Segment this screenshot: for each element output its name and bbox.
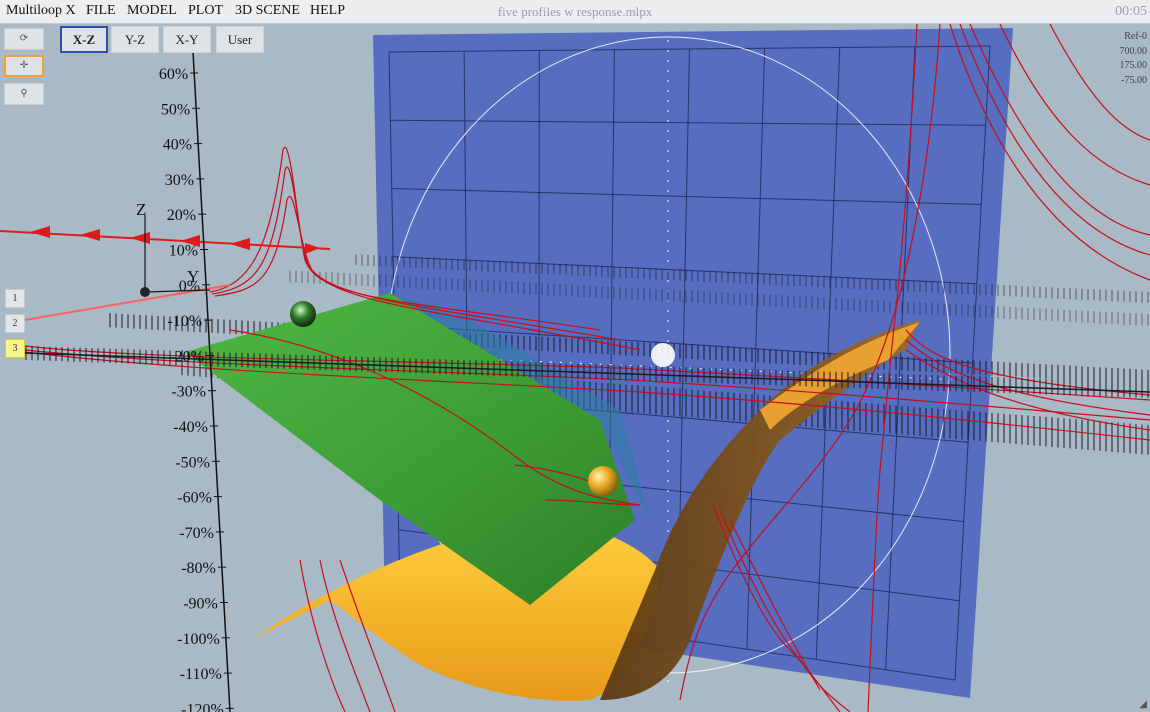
menu-help[interactable]: HELP [310, 3, 345, 19]
move-icon: ✛ [19, 60, 29, 71]
menu-file[interactable]: FILE [86, 3, 116, 19]
menu-bar: Multiloop X FILE MODEL PLOT 3D SCENE HEL… [0, 0, 1150, 24]
rotate-icon: ⟳ [19, 33, 29, 44]
z-axis-label: Z [136, 200, 146, 219]
axis-tick-label: -90% [183, 596, 218, 613]
3d-scene-viewport[interactable]: Z Y 60%50%40%30%20%10%0%-10%-20%-30%-40%… [0, 24, 1150, 712]
axis-tick-label: -20% [169, 348, 204, 365]
axis-tick-label: -70% [179, 525, 214, 542]
axis-tick-label: 40% [163, 137, 192, 154]
axis-tick-label: 60% [159, 66, 188, 83]
profile-button-3[interactable]: 3 [5, 339, 25, 358]
profile-button-2[interactable]: 2 [5, 314, 25, 333]
readout-y: 175.00 [1119, 60, 1148, 71]
zoom-icon: ⚲ [20, 88, 28, 99]
axis-tick-label: 30% [165, 172, 194, 189]
axis-tick-label: -120% [181, 701, 224, 712]
view-user-button[interactable]: User [216, 26, 264, 53]
resize-grip-icon[interactable]: ◢ [1139, 699, 1147, 710]
view-xz-button[interactable]: X-Z [60, 26, 108, 53]
clock: 00:05 [1115, 4, 1147, 19]
menu-3d-scene[interactable]: 3D SCENE [235, 3, 300, 19]
profile-button-1[interactable]: 1 [5, 289, 25, 308]
zoom-tool-button[interactable]: ⚲ [4, 83, 44, 105]
view-yz-button[interactable]: Y-Z [111, 26, 159, 53]
plane-center-marker [651, 343, 675, 367]
axis-tick-label: 50% [161, 101, 190, 118]
view-xy-button[interactable]: X-Y [163, 26, 211, 53]
axis-tick-label: -80% [181, 560, 216, 577]
rotate-tool-button[interactable]: ⟳ [4, 28, 44, 50]
menu-model[interactable]: MODEL [127, 3, 177, 19]
axis-tick-label: 20% [167, 207, 196, 224]
axis-tick-label: -60% [177, 490, 212, 507]
axis-tick-label: -40% [173, 419, 208, 436]
axis-tick-label: -100% [177, 631, 220, 648]
axis-tick-label: -50% [175, 454, 210, 471]
readout-z: -75.00 [1121, 74, 1147, 86]
menu-plot[interactable]: PLOT [188, 3, 223, 19]
readout-ref: Ref-0 [1124, 31, 1147, 42]
readout-x: 700.00 [1119, 45, 1148, 57]
red-arrow-line [0, 226, 331, 321]
axis-tick-label: -30% [171, 384, 206, 401]
axis-tick-label: 10% [169, 243, 198, 260]
coordinate-readout: Ref-0 700.00 175.00 -75.00 [1120, 30, 1148, 88]
pan-tool-button[interactable]: ✛ [4, 55, 44, 77]
axis-tick-label: -10% [167, 313, 202, 330]
percent-axis: 60% 50% 40% 30% 20% 10% 0% -10% -20% -30% -40% -50%… [159, 51, 234, 712]
axis-tick-label: -110% [180, 666, 222, 683]
green-sphere [290, 301, 316, 327]
gold-sphere [588, 466, 618, 496]
axis-tick-label: 0% [179, 278, 200, 295]
app-menu[interactable]: Multiloop X [6, 3, 76, 19]
